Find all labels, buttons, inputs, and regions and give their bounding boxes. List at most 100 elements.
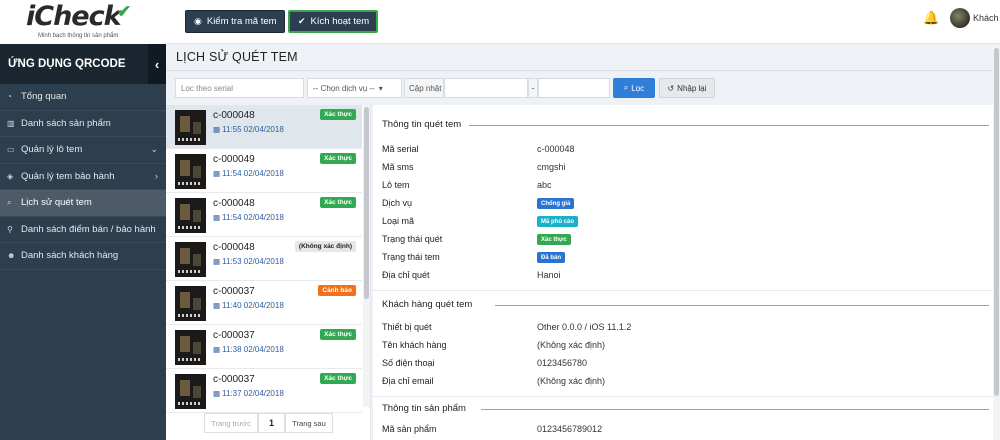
status-badge: Cảnh báo — [318, 285, 356, 296]
scan-detail-panel: Thông tin quét tem Mã serial c-000048 Mã… — [373, 105, 993, 440]
location-value: Hanoi — [537, 270, 561, 280]
eye-icon: ◉ — [194, 16, 202, 26]
product-thumbnail — [175, 330, 206, 365]
scan-time: ▦ 11:37 02/04/2018 — [213, 389, 284, 398]
caret-down-icon: ▾ — [378, 83, 383, 93]
calendar-icon: ▦ — [213, 345, 221, 354]
logo[interactable]: iCheck ✔ Minh bạch thông tin sản phẩm — [0, 0, 166, 44]
activate-tem-button[interactable]: ✔ Kích hoạt tem — [288, 10, 378, 33]
section-rule — [495, 305, 989, 306]
scan-list: c-000048 ▦ 11:55 02/04/2018 Xác thực c-00… — [166, 105, 371, 440]
status-badge: Xác thực — [320, 153, 356, 164]
scan-list-item[interactable]: c-000048 ▦ 11:54 02/04/2018 Xác thực — [166, 193, 362, 237]
email-value: (Không xác định) — [537, 376, 606, 386]
scan-list-item[interactable]: c-000037 ▦ 11:40 02/04/2018 Cảnh báo — [166, 281, 362, 325]
activate-tem-label: Kích hoạt tem — [310, 16, 370, 27]
sidebar-item-warranty[interactable]: ◈ Quản lý tem bảo hành › — [0, 164, 166, 190]
sidebar-item-scan-history[interactable]: ⌕ Lịch sử quét tem — [0, 190, 166, 217]
barcode-icon: ▥ — [7, 118, 15, 128]
section-divider — [373, 396, 993, 397]
sidebar-title: ỨNG DỤNG QRCODE ‹ — [0, 44, 166, 84]
date-from-input[interactable] — [444, 78, 528, 98]
bell-icon[interactable]: 🔔 — [923, 10, 939, 26]
scan-list-item[interactable]: c-000048 ▦ 11:53 02/04/2018 (Không xác đị… — [166, 237, 362, 281]
check-tem-button[interactable]: ◉ Kiểm tra mã tem — [185, 10, 285, 33]
scan-time-text: 11:55 02/04/2018 — [222, 125, 284, 134]
scan-serial: c-000048 — [213, 242, 255, 253]
page-scrollbar-thumb[interactable] — [994, 48, 999, 396]
logo-slogan: Minh bạch thông tin sản phẩm — [38, 33, 119, 39]
sidebar-item-points[interactable]: ⚲ Danh sách điểm bán / bảo hành — [0, 217, 166, 243]
reset-button[interactable]: ↺ Nhập lại — [659, 78, 715, 98]
lot-value: abc — [537, 180, 552, 190]
sidebar-title-text: ỨNG DỤNG QRCODE — [8, 58, 126, 70]
email-label: Địa chỉ email — [382, 376, 434, 386]
sidebar-item-label: Danh sách sản phẩm — [21, 117, 111, 129]
phone-label: Số điện thoại — [382, 358, 435, 368]
status-badge: (Không xác định) — [294, 241, 356, 252]
sidebar-item-lots[interactable]: ▭ Quản lý lô tem ⌄ — [0, 137, 166, 164]
calendar-icon: ▦ — [213, 389, 221, 398]
scan-list-item[interactable]: c-000049 ▦ 11:54 02/04/2018 Xác thực — [166, 149, 362, 193]
logo-wordmark: iCheck — [26, 1, 122, 32]
service-label: Dịch vụ — [382, 198, 413, 208]
calendar-icon: ▦ — [213, 213, 221, 222]
calendar-icon: ▦ — [213, 257, 221, 266]
sms-value: cmgshi — [537, 162, 566, 172]
checkmark-icon: ✔ — [117, 2, 132, 21]
pagination-prev[interactable]: Trang trước — [204, 413, 258, 433]
title-divider — [166, 70, 1000, 71]
filter-button[interactable]: ⌕ Lọc — [613, 78, 655, 98]
sidebar-item-label: Lịch sử quét tem — [21, 197, 92, 209]
scan-list-item[interactable]: c-000048 ▦ 11:55 02/04/2018 Xác thực — [166, 105, 362, 149]
service-badge: Chống giả — [537, 198, 575, 209]
product-thumbnail — [175, 242, 206, 277]
check-circle-icon: ✔ — [298, 16, 306, 26]
sidebar-item-customers[interactable]: ☻ Danh sách khách hàng — [0, 243, 166, 270]
sidebar: ỨNG DỤNG QRCODE ‹ ◔ Tổng quan ▥ Danh sác… — [0, 44, 166, 440]
pagination-current[interactable]: 1 — [258, 413, 285, 433]
service-select-value: -- Chọn dịch vụ -- — [313, 83, 375, 93]
sidebar-collapse-button[interactable]: ‹ — [148, 44, 166, 84]
product-code-label: Mã sản phẩm — [382, 424, 437, 434]
customer-name-value: (Không xác định) — [537, 340, 606, 350]
scan-serial: c-000048 — [213, 198, 255, 209]
sidebar-item-products[interactable]: ▥ Danh sách sản phẩm — [0, 111, 166, 137]
serial-filter-input[interactable]: Lọc theo serial — [175, 78, 304, 98]
scan-serial: c-000037 — [213, 374, 255, 385]
chevron-down-icon: ⌄ — [150, 144, 158, 155]
date-range-separator: - — [528, 78, 538, 98]
sms-label: Mã sms — [382, 162, 414, 172]
sidebar-item-label: Danh sách khách hàng — [21, 250, 119, 262]
pagination-next[interactable]: Trang sau — [285, 413, 333, 433]
scan-serial: c-000048 — [213, 110, 255, 121]
user-name[interactable]: Khách — [973, 13, 999, 23]
scan-list-item[interactable]: c-000037 ▦ 11:37 02/04/2018 Xác thực — [166, 369, 362, 413]
tem-status-badge: Đã bán — [537, 252, 566, 263]
date-to-input[interactable] — [538, 78, 610, 98]
section-rule — [469, 125, 989, 126]
map-marker-icon: ⚲ — [7, 224, 13, 234]
product-code-value: 0123456789012 — [537, 424, 603, 434]
scan-time: ▦ 11:40 02/04/2018 — [213, 301, 284, 310]
check-tem-label: Kiểm tra mã tem — [206, 16, 277, 27]
service-select[interactable]: -- Chọn dịch vụ -- ▾ — [307, 78, 402, 98]
shield-icon: ◈ — [7, 171, 14, 181]
update-label: Cập nhật — [404, 78, 444, 98]
scan-time: ▦ 11:53 02/04/2018 — [213, 257, 284, 266]
scan-time-text: 11:53 02/04/2018 — [222, 257, 284, 266]
undo-icon: ↺ — [667, 83, 675, 93]
section-divider — [373, 290, 993, 291]
avatar[interactable] — [950, 8, 970, 28]
code-type-label: Loại mã — [382, 216, 415, 226]
users-icon: ☻ — [7, 251, 16, 261]
list-scrollbar-thumb[interactable] — [364, 107, 369, 299]
status-badge: Xác thực — [320, 197, 356, 208]
serial-value: c-000048 — [537, 144, 575, 154]
product-thumbnail — [175, 286, 206, 321]
scan-list-item[interactable]: c-000037 ▦ 11:38 02/04/2018 Xác thực — [166, 325, 362, 369]
lot-label: Lô tem — [382, 180, 410, 190]
sidebar-item-overview[interactable]: ◔ Tổng quan — [0, 84, 166, 111]
chevron-left-icon: ‹ — [154, 56, 160, 72]
product-thumbnail — [175, 110, 206, 145]
